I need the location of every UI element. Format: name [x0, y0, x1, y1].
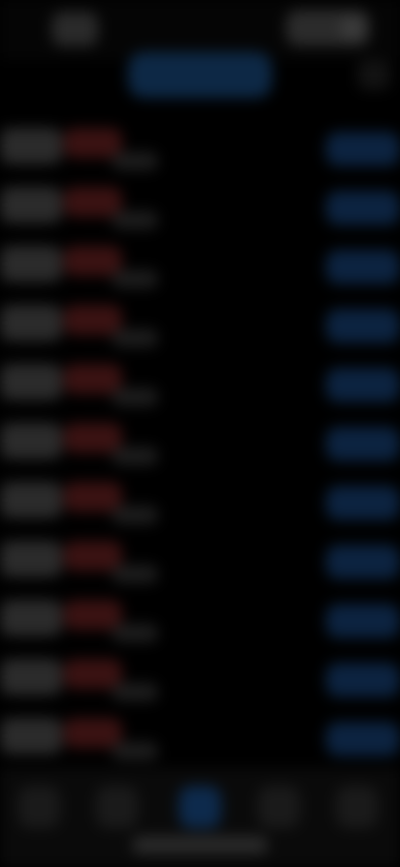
- row-leading-block: [0, 305, 62, 341]
- list-item[interactable]: [0, 415, 400, 474]
- list-item[interactable]: [0, 238, 400, 297]
- row-leading-block: [0, 364, 62, 400]
- row-action-button[interactable]: [326, 250, 400, 284]
- row-action-button[interactable]: [326, 191, 400, 225]
- row-subtext: [112, 270, 158, 288]
- row-leading-block: [0, 482, 62, 518]
- row-action-button[interactable]: [326, 368, 400, 402]
- row-action-button[interactable]: [326, 604, 400, 638]
- row-subtext: [112, 211, 158, 229]
- top-bar: [0, 0, 400, 60]
- row-subtext: [112, 565, 158, 583]
- row-action-button[interactable]: [326, 663, 400, 697]
- list-item[interactable]: [0, 356, 400, 415]
- side-button[interactable]: [358, 60, 390, 90]
- tab-1-icon[interactable]: [18, 786, 60, 828]
- row-leading-block: [0, 600, 62, 636]
- tab-3-icon[interactable]: [179, 786, 221, 828]
- tab-5-icon[interactable]: [336, 786, 378, 828]
- row-leading-block: [0, 246, 62, 282]
- row-action-button[interactable]: [326, 427, 400, 461]
- segment-control[interactable]: [128, 52, 272, 98]
- list-item[interactable]: [0, 533, 400, 592]
- tab-2-icon[interactable]: [96, 786, 138, 828]
- avatar-icon: [340, 16, 364, 40]
- row-action-button[interactable]: [326, 486, 400, 520]
- list-item[interactable]: [0, 651, 400, 710]
- row-subtext: [112, 152, 158, 170]
- list-item[interactable]: [0, 120, 400, 179]
- row-subtext: [112, 742, 158, 760]
- tab-4-icon[interactable]: [258, 786, 300, 828]
- list-item[interactable]: [0, 474, 400, 533]
- top-left-button[interactable]: [52, 12, 98, 46]
- list-item[interactable]: [0, 592, 400, 651]
- row-leading-block: [0, 423, 62, 459]
- row-subtext: [112, 388, 158, 406]
- list-item[interactable]: [0, 297, 400, 356]
- top-right-button[interactable]: [286, 10, 370, 46]
- row-action-button[interactable]: [326, 545, 400, 579]
- row-leading-block: [0, 718, 62, 754]
- row-subtext: [112, 506, 158, 524]
- list: [0, 120, 400, 769]
- row-subtext: [112, 447, 158, 465]
- blurred-screen: [0, 0, 400, 867]
- row-action-button[interactable]: [326, 722, 400, 756]
- row-subtext: [112, 329, 158, 347]
- row-leading-block: [0, 659, 62, 695]
- row-leading-block: [0, 128, 62, 164]
- row-subtext: [112, 683, 158, 701]
- row-action-button[interactable]: [326, 309, 400, 343]
- list-item[interactable]: [0, 179, 400, 238]
- row-leading-block: [0, 187, 62, 223]
- row-leading-block: [0, 541, 62, 577]
- row-action-button[interactable]: [326, 132, 400, 166]
- row-subtext: [112, 624, 158, 642]
- home-indicator: [132, 836, 268, 854]
- list-item[interactable]: [0, 710, 400, 769]
